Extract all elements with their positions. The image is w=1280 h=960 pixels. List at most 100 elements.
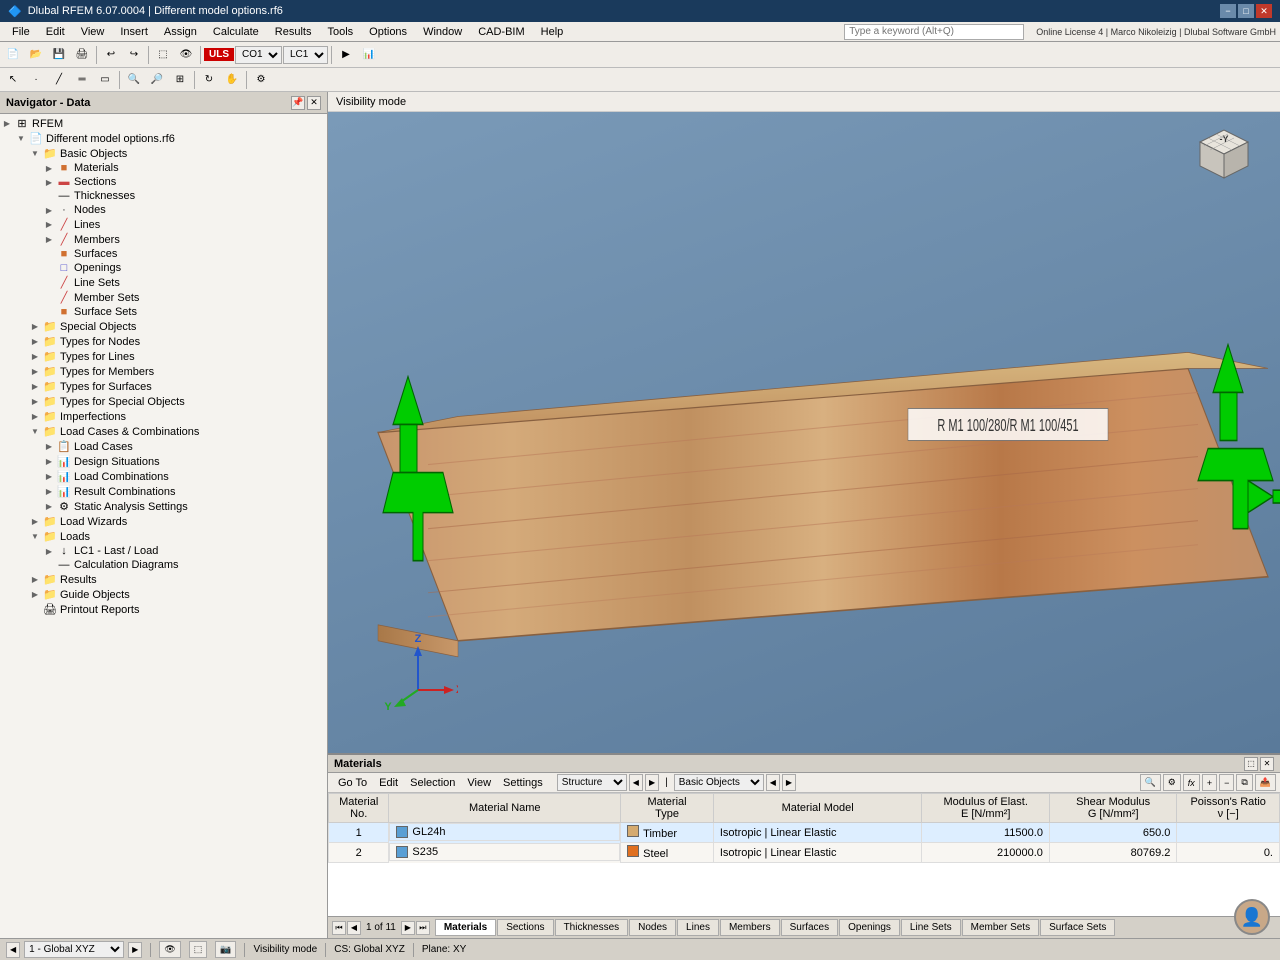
tab-navigation[interactable]: ⏮ ◀ 1 of 11 ▶ ⏭	[332, 921, 430, 935]
nav-tree-item-types-for-surfaces[interactable]: ▶📁Types for Surfaces	[0, 379, 327, 394]
nav-tree-item-design-situations[interactable]: ▶📊Design Situations	[0, 454, 327, 469]
tree-toggle-types-for-surfaces[interactable]: ▶	[28, 382, 42, 391]
tab-openings[interactable]: Openings	[839, 919, 900, 936]
tab-sections[interactable]: Sections	[497, 919, 553, 936]
nav-tree-item-nodes[interactable]: ▶·Nodes	[0, 203, 327, 217]
menu-item-help[interactable]: Help	[533, 24, 572, 40]
menu-item-options[interactable]: Options	[361, 24, 415, 40]
tab-first-button[interactable]: ⏮	[332, 921, 346, 935]
open-button[interactable]: 📂	[25, 45, 47, 65]
nav-tree-item-types-for-lines[interactable]: ▶📁Types for Lines	[0, 349, 327, 364]
search-input[interactable]	[844, 24, 1024, 40]
panel-menu-go-to[interactable]: Go To	[332, 776, 373, 790]
settings-button[interactable]: ⚙	[1163, 774, 1181, 791]
delete-row-button[interactable]: −	[1219, 774, 1234, 791]
tab-prev-button[interactable]: ◀	[347, 921, 361, 935]
coord-system-dropdown[interactable]: 1 - Global XYZ	[24, 941, 124, 958]
tree-toggle-types-for-members[interactable]: ▶	[28, 367, 42, 376]
menu-item-results[interactable]: Results	[267, 24, 320, 40]
tree-toggle-static-analysis-settings[interactable]: ▶	[42, 502, 56, 511]
nav-tree-item-rfem[interactable]: ▶⊞RFEM	[0, 116, 327, 131]
tree-toggle-model[interactable]: ▼	[14, 134, 28, 143]
structure-dropdown[interactable]: Structure	[557, 774, 627, 791]
tree-toggle-basic-objects[interactable]: ▼	[28, 149, 42, 158]
menu-item-tools[interactable]: Tools	[319, 24, 361, 40]
nav-tree-item-imperfections[interactable]: ▶📁Imperfections	[0, 409, 327, 424]
nav-tree-item-thicknesses[interactable]: —Thicknesses	[0, 189, 327, 203]
print-button[interactable]: 🖨	[71, 45, 93, 65]
tree-toggle-nodes[interactable]: ▶	[42, 206, 56, 215]
view-button[interactable]: 👁	[175, 45, 197, 65]
select-button[interactable]: ⬚	[152, 45, 174, 65]
nav-tree-item-results[interactable]: ▶📁Results	[0, 572, 327, 587]
tree-toggle-sections[interactable]: ▶	[42, 178, 56, 187]
nav-tree-item-calculation-diagrams[interactable]: —Calculation Diagrams	[0, 558, 327, 572]
next-structure-button[interactable]: ▶	[645, 774, 659, 791]
maximize-button[interactable]: □	[1238, 4, 1254, 18]
tree-toggle-load-cases[interactable]: ▶	[42, 442, 56, 451]
menu-item-window[interactable]: Window	[415, 24, 470, 40]
tree-toggle-load-cases-combinations[interactable]: ▼	[28, 427, 42, 436]
nav-tree-item-materials[interactable]: ▶■Materials	[0, 161, 327, 175]
minimize-button[interactable]: −	[1220, 4, 1236, 18]
nav-tree-item-static-analysis-settings[interactable]: ▶⚙Static Analysis Settings	[0, 499, 327, 514]
panel-menu-edit[interactable]: Edit	[373, 776, 404, 790]
tab-last-button[interactable]: ⏭	[416, 921, 430, 935]
nav-tree-item-lc1-load[interactable]: ▶↓LC1 - Last / Load	[0, 544, 327, 558]
tree-toggle-load-combinations[interactable]: ▶	[42, 472, 56, 481]
nav-tree-item-surface-sets[interactable]: ■Surface Sets	[0, 305, 327, 319]
nav-tree-item-load-cases-combinations[interactable]: ▼📁Load Cases & Combinations	[0, 424, 327, 439]
tree-toggle-loads[interactable]: ▼	[28, 532, 42, 541]
tree-toggle-guide-objects[interactable]: ▶	[28, 590, 42, 599]
member-button[interactable]: ═	[71, 70, 93, 90]
tab-lines[interactable]: Lines	[677, 919, 719, 936]
nav-close-button[interactable]: ✕	[307, 96, 321, 110]
tree-toggle-lc1-load[interactable]: ▶	[42, 547, 56, 556]
tree-toggle-imperfections[interactable]: ▶	[28, 412, 42, 421]
tab-surfaces[interactable]: Surfaces	[781, 919, 838, 936]
menu-item-assign[interactable]: Assign	[156, 24, 205, 40]
3d-viewport[interactable]: -Y	[328, 112, 1280, 753]
nav-tree-item-members[interactable]: ▶╱Members	[0, 232, 327, 247]
panel-header-controls[interactable]: ⬚ ✕	[1244, 757, 1274, 771]
tree-toggle-materials[interactable]: ▶	[42, 164, 56, 173]
search-area[interactable]: Online License 4 | Marco Nikoleizig | Dl…	[844, 24, 1276, 40]
nav-tree-item-loads[interactable]: ▼📁Loads	[0, 529, 327, 544]
cursor-button[interactable]: ↖	[2, 70, 24, 90]
nav-tree-item-types-for-nodes[interactable]: ▶📁Types for Nodes	[0, 334, 327, 349]
zoom-all-button[interactable]: ⊞	[169, 70, 191, 90]
prev-objects-button[interactable]: ◀	[766, 774, 780, 791]
co1-dropdown[interactable]: CO1	[235, 46, 282, 64]
tree-toggle-types-for-nodes[interactable]: ▶	[28, 337, 42, 346]
menu-item-insert[interactable]: Insert	[112, 24, 156, 40]
nav-tree-item-load-cases[interactable]: ▶📋Load Cases	[0, 439, 327, 454]
nav-tree-item-openings[interactable]: □Openings	[0, 261, 327, 275]
tab-member-sets[interactable]: Member Sets	[962, 919, 1039, 936]
nav-tree-item-special-objects[interactable]: ▶📁Special Objects	[0, 319, 327, 334]
rotate-button[interactable]: ↻	[198, 70, 220, 90]
nav-tree-item-lines[interactable]: ▶╱Lines	[0, 217, 327, 232]
panel-close-button[interactable]: ✕	[1260, 757, 1274, 771]
tree-toggle-load-wizards[interactable]: ▶	[28, 517, 42, 526]
next-objects-button[interactable]: ▶	[782, 774, 796, 791]
nav-header-controls[interactable]: 📌 ✕	[291, 96, 321, 110]
nav-pin-button[interactable]: 📌	[291, 96, 305, 110]
coord-system-section[interactable]: ◀ 1 - Global XYZ ▶	[6, 941, 142, 958]
nav-tree-item-surfaces[interactable]: ■Surfaces	[0, 247, 327, 261]
menu-item-edit[interactable]: Edit	[38, 24, 73, 40]
close-button[interactable]: ✕	[1256, 4, 1272, 18]
tree-toggle-results[interactable]: ▶	[28, 575, 42, 584]
nav-tree-item-types-for-special-objects[interactable]: ▶📁Types for Special Objects	[0, 394, 327, 409]
calculate-button[interactable]: ▶	[335, 45, 357, 65]
save-button[interactable]: 💾	[48, 45, 70, 65]
nav-tree-item-load-wizards[interactable]: ▶📁Load Wizards	[0, 514, 327, 529]
nav-tree-item-guide-objects[interactable]: ▶📁Guide Objects	[0, 587, 327, 602]
panel-float-button[interactable]: ⬚	[1244, 757, 1258, 771]
status-icon1[interactable]: 👁	[159, 941, 180, 958]
lc1-dropdown[interactable]: LC1	[283, 46, 328, 64]
table-row[interactable]: 2S235SteelIsotropic | Linear Elastic2100…	[329, 843, 1280, 863]
tab-materials[interactable]: Materials	[435, 919, 496, 936]
pan-button[interactable]: ✋	[221, 70, 243, 90]
nav-tree-item-printout-reports[interactable]: 🖨Printout Reports	[0, 602, 327, 617]
nav-tree-item-load-combinations[interactable]: ▶📊Load Combinations	[0, 469, 327, 484]
